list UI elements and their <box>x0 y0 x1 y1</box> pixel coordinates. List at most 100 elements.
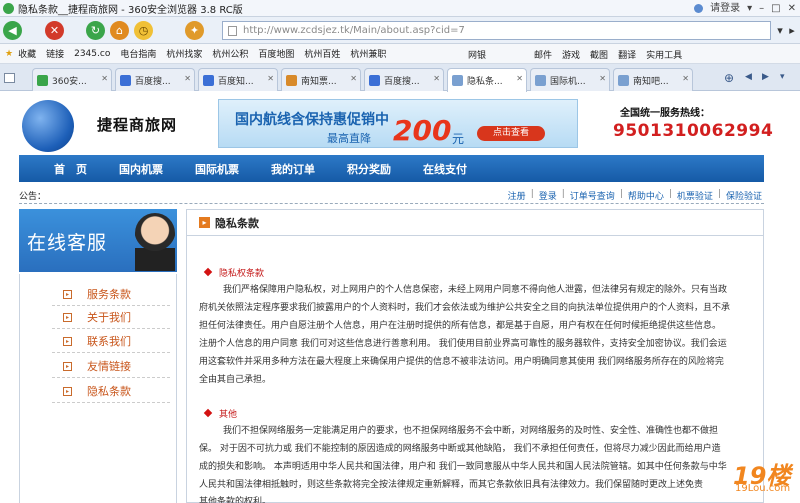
site-logo-globe-icon[interactable] <box>22 100 74 152</box>
paragraph-line: 成的损失和影响。 本声明适用中华人民共和国法律，用户和 我们一致同意服从中华人民… <box>199 462 727 472</box>
refresh-button[interactable]: ↻ <box>86 21 105 40</box>
user-icon <box>694 4 704 13</box>
nav-my-orders[interactable]: 我的订单 <box>271 161 315 177</box>
browser-title-bar: 隐私条款__捷程商旅网 - 360安全浏览器 3.8 RC版 请登录 ▾ – □… <box>0 0 800 17</box>
side-item-terms[interactable]: ▸ 服务条款 <box>63 285 163 303</box>
favorite-link[interactable]: 杭州百姓 <box>299 47 345 60</box>
tools-button[interactable]: 实用工具 <box>646 48 682 61</box>
nav-home[interactable]: 首 页 <box>54 161 87 177</box>
online-service-banner[interactable]: 在线客服 <box>19 209 177 272</box>
notice-bar: 公告： 注册 | 登录 | 订单号查询 | 帮助中心 | 机票验证 | 保险验证 <box>19 186 764 204</box>
section-heading: 其他 <box>203 407 237 420</box>
new-tab-button[interactable]: ⊕ <box>724 71 734 85</box>
hotline-label: 全国统一服务热线： <box>620 108 710 119</box>
home-button[interactable]: ⌂ <box>110 21 129 40</box>
close-button[interactable]: ✕ <box>788 0 796 17</box>
nav-online-payment[interactable]: 在线支付 <box>423 161 467 177</box>
nav-domestic-flights[interactable]: 国内机票 <box>119 161 163 177</box>
side-item-privacy[interactable]: ▸ 隐私条款 <box>63 382 163 400</box>
paragraph-line: 府机关依照法定程序要求我们披露用户的个人资料时，我们才会依法或为维护公共安全之目… <box>199 303 731 313</box>
maximize-button[interactable]: □ <box>771 0 780 17</box>
service-title: 在线客服 <box>27 232 108 254</box>
favorite-link[interactable]: 电台指南 <box>115 47 161 60</box>
tab-scroll-left-icon[interactable]: ◀ <box>745 72 752 82</box>
promo-banner[interactable]: 国内航线含保持惠促销中 最高直降 200 元 点击查看 <box>218 99 578 148</box>
browser-tab[interactable]: 南知吧... ✕ <box>613 68 693 91</box>
browser-tab-active[interactable]: 隐私条... ✕ <box>447 68 527 92</box>
order-query-link[interactable]: 订单号查询 <box>570 189 615 202</box>
paragraph-line: 人民共和国法律相抵触时，则这些条款将完全按法律规定重新解释，而其它条款依旧具有法… <box>199 480 704 490</box>
insurance-verify-link[interactable]: 保险验证 <box>726 189 762 202</box>
favorite-link[interactable]: 百度地图 <box>253 47 299 60</box>
browser-tab[interactable]: 国际机... ✕ <box>530 68 610 91</box>
divider <box>52 352 170 353</box>
tab-strip: 360安... ✕ 百度搜... ✕ 百度知... ✕ 南知票... ✕ 百度搜... ✕… <box>0 64 800 92</box>
browser-tab[interactable]: 百度搜... ✕ <box>364 68 444 91</box>
login-link[interactable]: 登录 <box>539 189 557 202</box>
login-link[interactable]: 请登录 <box>710 0 740 17</box>
title-bar-controls: 请登录 ▾ – □ ✕ <box>694 0 800 17</box>
screenshot-button[interactable]: 截图 <box>590 48 608 61</box>
favorites-button[interactable]: ✦ <box>185 21 204 40</box>
banner-line2: 最高直降 <box>327 132 371 145</box>
nav-international-flights[interactable]: 国际机票 <box>195 161 239 177</box>
history-button[interactable]: ◷ <box>134 21 153 40</box>
help-center-link[interactable]: 帮助中心 <box>628 189 664 202</box>
back-button[interactable]: ◀ <box>3 21 22 40</box>
favorite-link[interactable]: 链接 <box>41 47 69 60</box>
arrow-icon: ▸ <box>63 289 72 299</box>
paragraph-line: 担任何法律责任。用户自愿注册个人信息，用户在注册时提供的所有信息，都是基于自愿，… <box>199 321 722 331</box>
favorites-star-icon[interactable]: ★ <box>0 49 18 59</box>
translate-button[interactable]: 翻译 <box>618 48 636 61</box>
browser-tab[interactable]: 百度搜... ✕ <box>115 68 195 91</box>
side-menu: ▸ 服务条款 ▸ 关于我们 ▸ 联系我们 ▸ 友情链接 ▸ 隐私条款 <box>19 274 177 503</box>
arrow-icon: ▸ <box>63 361 72 371</box>
paragraph-line: 用这套软件并采用多种方法在最大程度上来确保用户提供的信息不被非法访问。用户明确同… <box>199 357 724 367</box>
ticket-verify-link[interactable]: 机票验证 <box>677 189 713 202</box>
arrow-icon: ▸ <box>63 336 72 346</box>
browser-tab[interactable]: 360安... ✕ <box>32 68 112 91</box>
tab-scroll-right-icon[interactable]: ▶ <box>762 72 769 82</box>
banner-unit: 元 <box>452 132 465 146</box>
stop-button[interactable]: ✕ <box>45 21 64 40</box>
tab-list-icon[interactable]: ▾ <box>780 72 785 82</box>
side-item-links[interactable]: ▸ 友情链接 <box>63 357 163 375</box>
netbank-button[interactable]: 网银 <box>468 48 486 61</box>
favorites-menu[interactable]: 收藏 <box>18 47 41 60</box>
section-heading: 隐私权条款 <box>203 266 264 279</box>
address-bar[interactable]: http://www.zcdsjez.tk/Main/about.asp?cid… <box>222 21 771 40</box>
favorite-link[interactable]: 杭州兼职 <box>345 47 391 60</box>
favorite-link[interactable]: 杭州公积 <box>207 47 253 60</box>
nav-points[interactable]: 积分奖励 <box>347 161 391 177</box>
go-button[interactable]: ▸ <box>786 21 798 40</box>
favorites-bar: ★ 收藏 链接 2345.co 电台指南 杭州找家 杭州公积 百度地图 杭州百姓… <box>0 44 800 64</box>
minimize-button[interactable]: – <box>759 0 764 17</box>
notice-label: 公告： <box>19 192 47 202</box>
dropdown-icon[interactable]: ▾ <box>774 21 786 40</box>
paragraph-line: 注册个人信息的用户同意 我们可对这些信息进行善意利用。 我们使用目前业界高可靠性… <box>199 339 727 349</box>
paragraph-line: 我们严格保障用户隐私权，对上网用户的个人信息保密，未经上网用户同意不得向他人泄露… <box>223 285 728 295</box>
service-agent-image <box>135 213 175 271</box>
main-nav: 首 页 国内机票 国际机票 我的订单 积分奖励 在线支付 <box>19 155 764 182</box>
divider <box>52 328 170 329</box>
browser-tab[interactable]: 百度知... ✕ <box>198 68 278 91</box>
paragraph-line: 全由其自己承担。 <box>199 375 272 385</box>
mail-button[interactable]: 邮件 <box>534 48 552 61</box>
content-panel: ▸ 隐私条款 隐私权条款 我们严格保障用户隐私权，对上网用户的个人信息保密，未经… <box>186 209 764 503</box>
top-links: 注册 | 登录 | 订单号查询 | 帮助中心 | 机票验证 | 保险验证 <box>507 189 762 202</box>
browser-logo-icon <box>3 3 14 14</box>
arrow-icon: ▸ <box>63 312 72 322</box>
game-button[interactable]: 游戏 <box>562 48 580 61</box>
tab-menu-icon[interactable] <box>4 73 15 83</box>
browser-tab[interactable]: 南知票... ✕ <box>281 68 361 91</box>
favorite-link[interactable]: 2345.co <box>69 49 115 59</box>
favorite-link[interactable]: 杭州找家 <box>161 47 207 60</box>
paragraph-line: 其他条款的权利。 <box>199 497 272 503</box>
browser-nav-bar: ◀ ✕ ↻ ⌂ ◷ ✦ http://www.zcdsjez.tk/Main/a… <box>0 17 800 44</box>
menu-icon[interactable]: ▾ <box>747 0 752 17</box>
side-item-contact[interactable]: ▸ 联系我们 <box>63 332 163 350</box>
side-item-about[interactable]: ▸ 关于我们 <box>63 308 163 326</box>
register-link[interactable]: 注册 <box>508 189 526 202</box>
site-name[interactable]: 捷程商旅网 <box>97 114 177 135</box>
banner-cta-button[interactable]: 点击查看 <box>477 126 545 141</box>
